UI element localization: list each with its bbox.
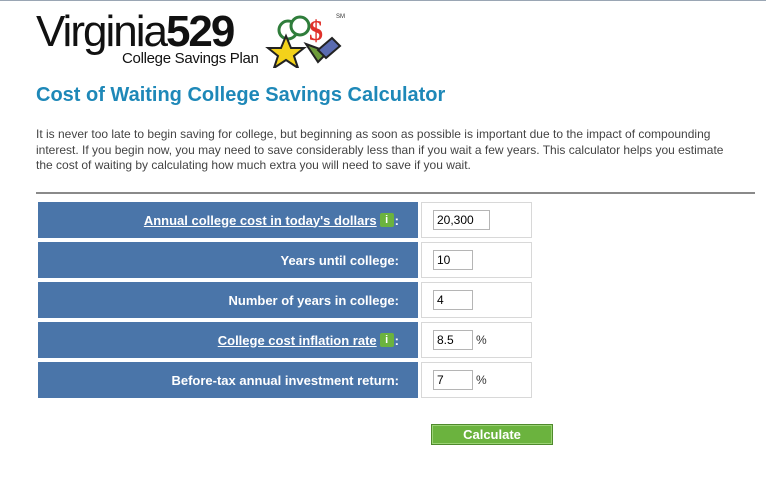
inflation-rate-percent: % (476, 333, 487, 347)
inflation-rate-input[interactable]: 8.5 (433, 330, 473, 350)
investment-return-input[interactable]: 7 (433, 370, 473, 390)
years-until-label: Years until college: (280, 252, 400, 268)
annual-cost-input[interactable]: 20,300 (433, 210, 490, 230)
form-row-inflation-rate: College cost inflation rate i : 8.5 % (36, 320, 534, 360)
form-row-annual-cost: Annual college cost in today's dollars i… (36, 200, 534, 240)
years-until-input-cell: 10 (421, 242, 532, 278)
years-in-college-input-cell: 4 (421, 282, 532, 318)
annual-cost-input-cell: 20,300 (421, 202, 532, 238)
section-divider (36, 192, 755, 194)
years-until-input[interactable]: 10 (433, 250, 473, 270)
annual-cost-info-icon[interactable]: i (379, 213, 394, 227)
form-row-years-in-college: Number of years in college: 4 (36, 280, 534, 320)
investment-return-label-cell: Before-tax annual investment return: (38, 362, 418, 398)
inflation-rate-input-cell: 8.5 % (421, 322, 532, 358)
page-title: Cost of Waiting College Savings Calculat… (36, 84, 446, 106)
svg-text:SM: SM (336, 14, 345, 20)
logo-wordmark: Virginia529 (36, 7, 235, 56)
years-in-college-label-cell: Number of years in college: (38, 282, 418, 318)
investment-return-input-cell: 7 % (421, 362, 532, 398)
form-row-years-until: Years until college: 10 (36, 240, 534, 280)
logo-subtitle: College Savings Plan (122, 50, 259, 67)
svg-text:$: $ (309, 16, 323, 47)
logo-star-dollar-graphic: $ SM (265, 14, 345, 68)
investment-return-label: Before-tax annual investment return: (171, 372, 399, 388)
annual-cost-colon: : (394, 212, 399, 228)
annual-cost-label-cell: Annual college cost in today's dollars i… (38, 202, 418, 238)
virginia529-logo[interactable]: Virginia529 College Savings Plan $ SM (36, 10, 346, 70)
investment-return-percent: % (476, 373, 487, 387)
annual-cost-link[interactable]: Annual college cost in today's dollars (144, 213, 377, 228)
inflation-rate-link[interactable]: College cost inflation rate (218, 333, 377, 348)
top-border (0, 0, 766, 1)
inflation-rate-info-icon[interactable]: i (379, 333, 394, 347)
calculate-button[interactable]: Calculate (431, 424, 553, 445)
inflation-rate-colon: : (394, 332, 399, 348)
years-in-college-label: Number of years in college: (228, 292, 400, 308)
form-row-investment-return: Before-tax annual investment return: 7 % (36, 360, 534, 400)
intro-paragraph: It is never too late to begin saving for… (36, 127, 724, 172)
inflation-rate-label-cell: College cost inflation rate i : (38, 322, 418, 358)
years-until-label-cell: Years until college: (38, 242, 418, 278)
years-in-college-input[interactable]: 4 (433, 290, 473, 310)
